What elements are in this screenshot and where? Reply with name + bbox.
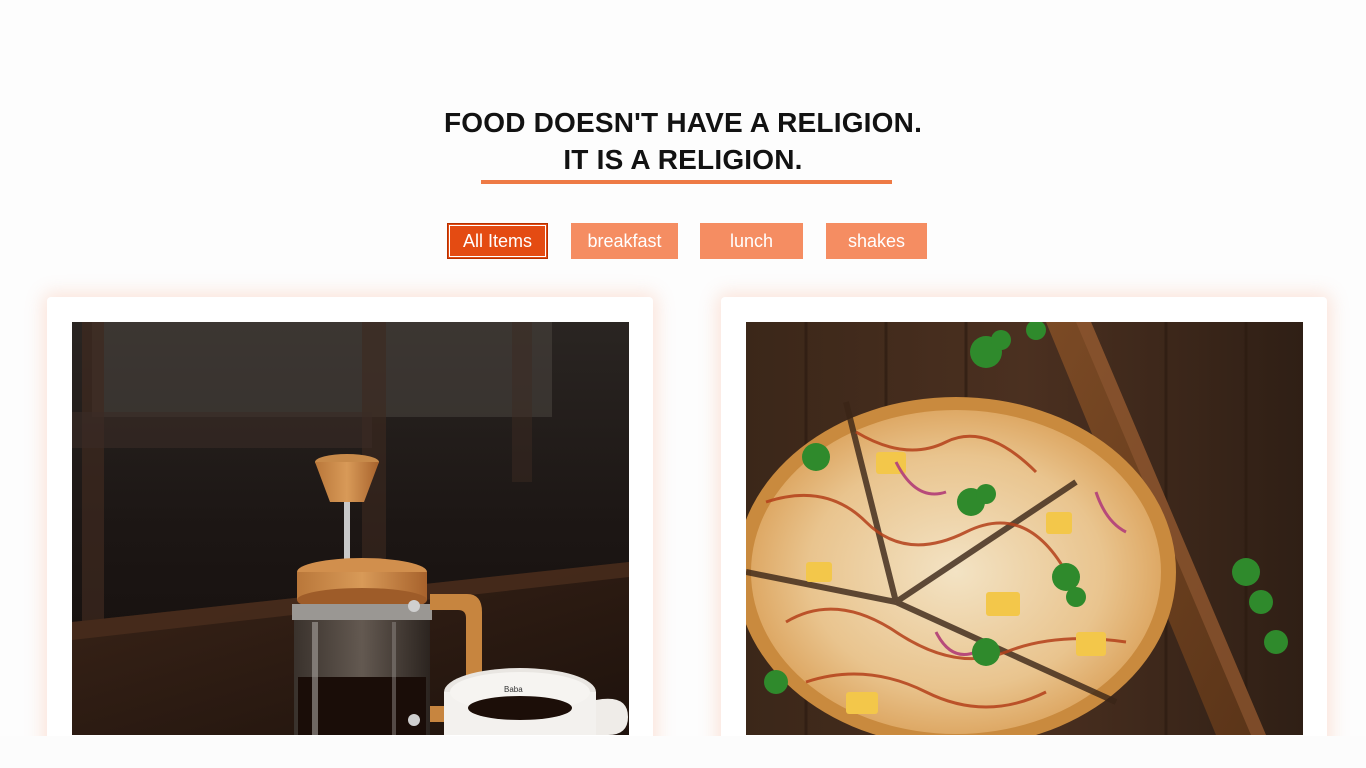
filter-breakfast-button[interactable]: breakfast bbox=[571, 223, 678, 259]
filter-lunch-button[interactable]: lunch bbox=[700, 223, 803, 259]
cup-brand-mark: Baba bbox=[504, 685, 523, 694]
menu-page: FOOD DOESN'T HAVE A RELIGION. IT IS A RE… bbox=[0, 0, 1366, 768]
filter-all-items-button[interactable]: All Items bbox=[447, 223, 548, 259]
heading-line-2: IT IS A RELIGION. bbox=[563, 144, 803, 175]
page-bottom-edge bbox=[0, 736, 1366, 768]
menu-card-pizza[interactable] bbox=[721, 297, 1327, 768]
heading-underline bbox=[481, 180, 892, 184]
menu-card-coffee[interactable]: Baba bbox=[47, 297, 653, 768]
french-press-coffee-image: Baba bbox=[72, 322, 629, 735]
filter-shakes-button[interactable]: shakes bbox=[826, 223, 927, 259]
pizza-image bbox=[746, 322, 1303, 735]
page-heading: FOOD DOESN'T HAVE A RELIGION. IT IS A RE… bbox=[0, 104, 1366, 178]
filter-bar: All Items breakfast lunch shakes bbox=[0, 223, 1366, 259]
heading-line-1: FOOD DOESN'T HAVE A RELIGION. bbox=[443, 107, 923, 138]
